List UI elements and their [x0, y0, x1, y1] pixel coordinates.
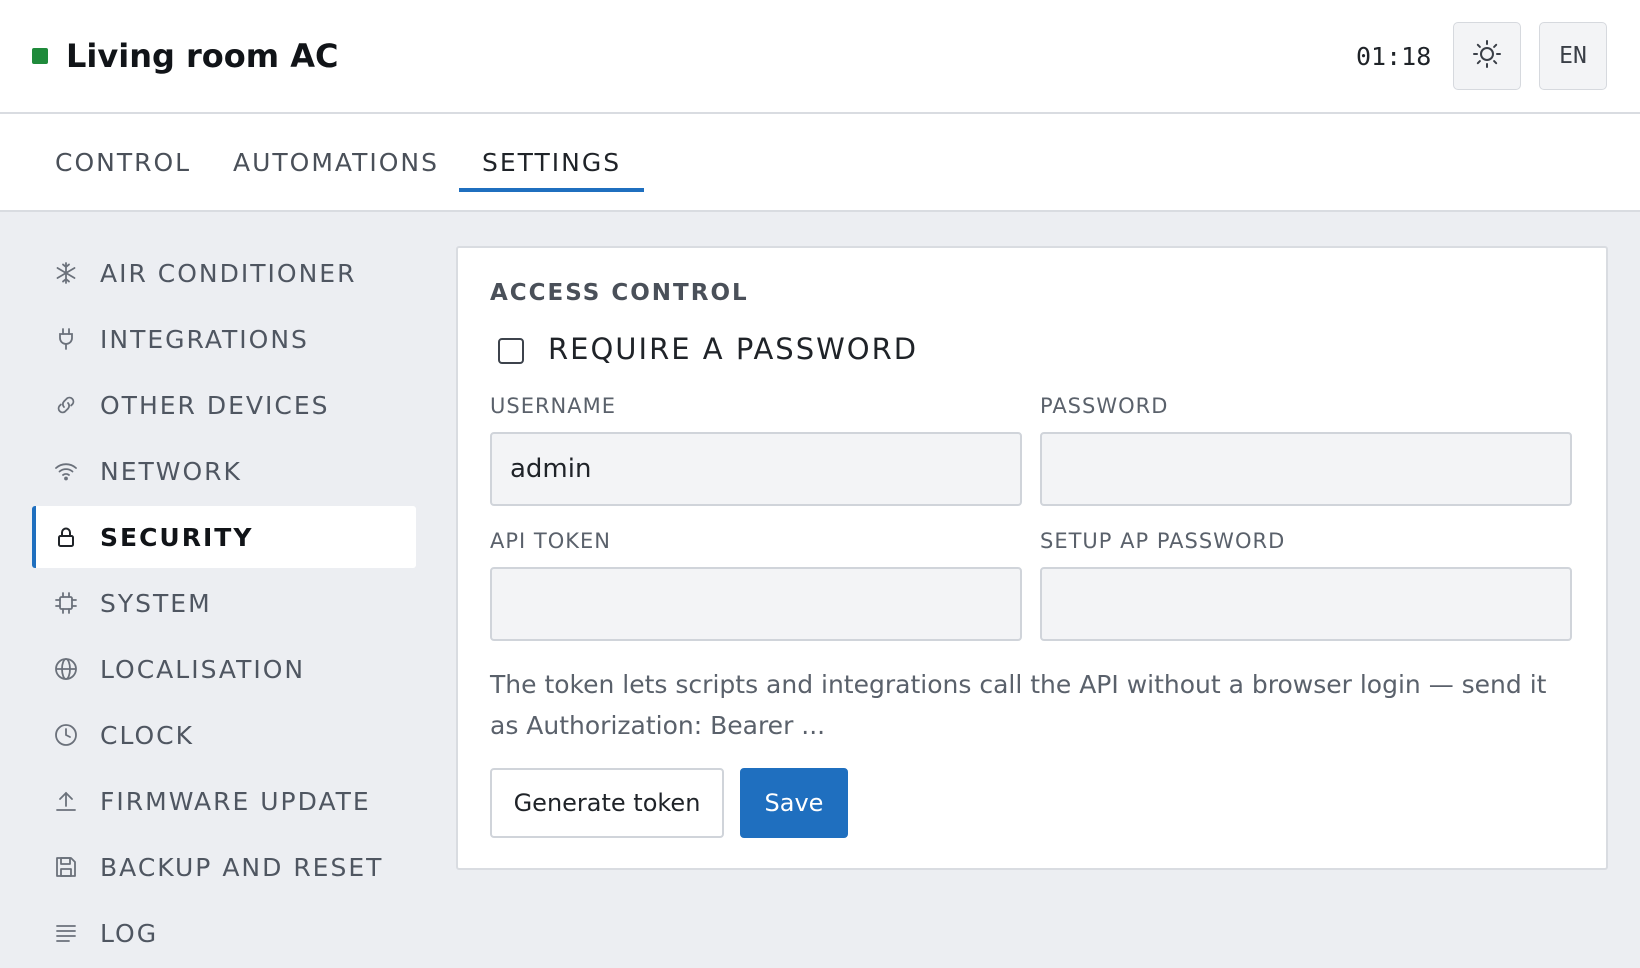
status-indicator — [32, 48, 48, 64]
api-token-field[interactable] — [490, 567, 1022, 641]
username-field[interactable] — [490, 432, 1022, 506]
sidebar-item-air-conditioner[interactable]: AIR CONDITIONER — [32, 242, 416, 304]
sidebar-item-label: SECURITY — [100, 522, 254, 552]
theme-toggle-button[interactable] — [1453, 22, 1521, 90]
clock-icon — [54, 723, 78, 747]
sun-icon — [1471, 38, 1503, 74]
api-token-help-text: The token lets scripts and integrations … — [490, 670, 1547, 740]
save-button[interactable]: Save — [740, 768, 848, 838]
sidebar-item-localisation[interactable]: LOCALISATION — [32, 638, 416, 700]
section-title: ACCESS CONTROL — [490, 280, 749, 306]
password-label: PASSWORD — [1040, 394, 1169, 418]
setup-ap-password-label: SETUP AP PASSWORD — [1040, 529, 1286, 553]
sidebar-item-log[interactable]: LOG — [32, 902, 416, 964]
app-header: Living room AC 01:18 EN — [0, 0, 1640, 114]
main-tabs: CONTROL AUTOMATIONS SETTINGS — [0, 114, 1640, 212]
tab-settings[interactable]: SETTINGS — [459, 146, 645, 212]
globe-icon — [54, 657, 78, 681]
sidebar-item-label: SYSTEM — [100, 588, 212, 618]
sidebar-item-backup-and-reset[interactable]: BACKUP AND RESET — [32, 836, 416, 898]
clock-display: 01:18 — [1356, 42, 1432, 71]
tab-automations[interactable]: AUTOMATIONS — [210, 146, 462, 212]
lines-icon — [54, 921, 78, 945]
snowflake-icon — [54, 261, 78, 285]
sidebar-item-label: INTEGRATIONS — [100, 324, 309, 354]
wifi-icon — [54, 459, 78, 483]
sidebar-item-label: AIR CONDITIONER — [100, 258, 357, 288]
link-icon — [54, 393, 78, 417]
require-password-checkbox[interactable] — [498, 338, 524, 364]
sidebar-item-label: CLOCK — [100, 720, 195, 750]
upload-icon — [54, 789, 78, 813]
require-password-label[interactable]: REQUIRE A PASSWORD — [548, 332, 918, 366]
language-button[interactable]: EN — [1539, 22, 1607, 90]
sidebar-item-label: FIRMWARE UPDATE — [100, 786, 371, 816]
sidebar-item-integrations[interactable]: INTEGRATIONS — [32, 308, 416, 370]
sidebar-item-other-devices[interactable]: OTHER DEVICES — [32, 374, 416, 436]
sidebar-item-clock[interactable]: CLOCK — [32, 704, 416, 766]
username-label: USERNAME — [490, 394, 617, 418]
lock-icon — [54, 525, 78, 549]
password-field[interactable] — [1040, 432, 1572, 506]
sidebar-item-firmware-update[interactable]: FIRMWARE UPDATE — [32, 770, 416, 832]
sidebar-item-network[interactable]: NETWORK — [32, 440, 416, 502]
device-title: Living room AC — [66, 37, 339, 75]
sidebar-item-label: LOCALISATION — [100, 654, 306, 684]
chip-icon — [54, 591, 78, 615]
generate-token-button[interactable]: Generate token — [490, 768, 724, 838]
sidebar-item-label: BACKUP AND RESET — [100, 852, 384, 882]
plug-icon — [54, 327, 78, 351]
access-control-card: ACCESS CONTROL REQUIRE A PASSWORD USERNA… — [456, 246, 1608, 870]
setup-ap-password-field[interactable] — [1040, 567, 1572, 641]
save-icon — [54, 855, 78, 879]
tab-control[interactable]: CONTROL — [32, 146, 214, 212]
sidebar-item-label: NETWORK — [100, 456, 242, 486]
api-token-label: API TOKEN — [490, 529, 612, 553]
sidebar-item-label: OTHER DEVICES — [100, 390, 330, 420]
sidebar-item-system[interactable]: SYSTEM — [32, 572, 416, 634]
sidebar-item-security[interactable]: SECURITY — [32, 506, 416, 568]
sidebar-item-label: LOG — [100, 918, 159, 948]
